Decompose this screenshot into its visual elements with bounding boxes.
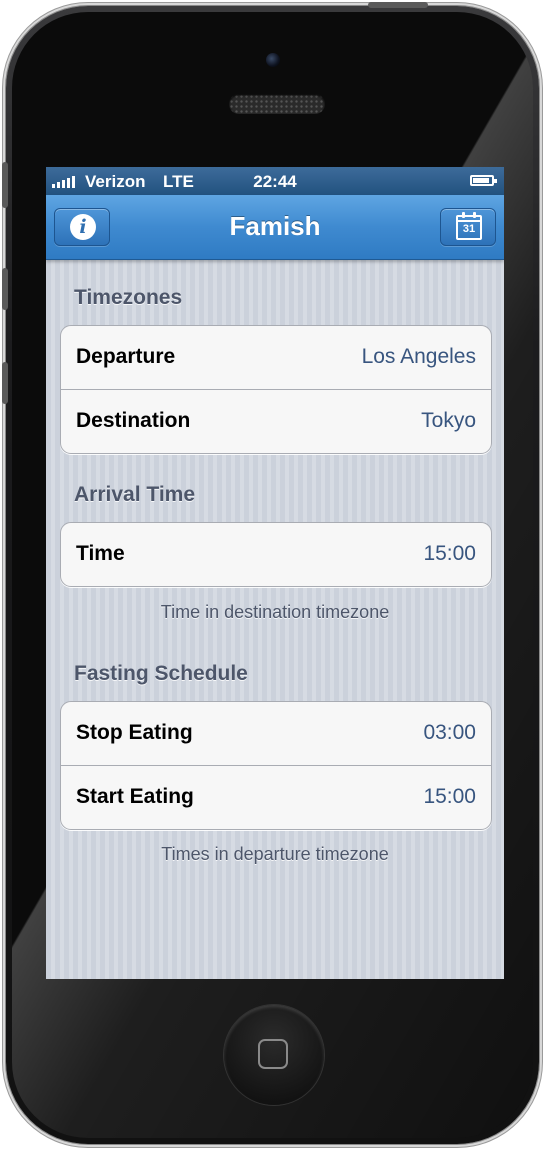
start-eating-row[interactable]: Start Eating 15:00 bbox=[61, 765, 491, 829]
destination-label: Destination bbox=[76, 409, 191, 432]
destination-row[interactable]: Destination Tokyo bbox=[61, 389, 491, 453]
section-header-fasting-schedule: Fasting Schedule bbox=[74, 662, 248, 685]
calendar-button[interactable]: 31 bbox=[440, 208, 496, 246]
volume-up-button bbox=[2, 268, 8, 310]
arrival-group: Time 15:00 bbox=[60, 522, 492, 587]
departure-row[interactable]: Departure Los Angeles bbox=[61, 326, 491, 389]
mute-switch bbox=[2, 162, 8, 208]
arrival-time-label: Time bbox=[76, 542, 125, 565]
fasting-group: Stop Eating 03:00 Start Eating 15:00 bbox=[60, 701, 492, 830]
volume-down-button bbox=[2, 362, 8, 404]
destination-value: Tokyo bbox=[421, 409, 476, 432]
arrival-time-value: 15:00 bbox=[423, 542, 476, 565]
stop-eating-row[interactable]: Stop Eating 03:00 bbox=[61, 702, 491, 765]
departure-value: Los Angeles bbox=[361, 345, 476, 368]
power-button bbox=[368, 2, 428, 8]
calendar-icon: 31 bbox=[456, 212, 482, 240]
app-screen: Verizon LTE 22:44 i Famish 31 Timezones … bbox=[46, 167, 504, 979]
start-eating-label: Start Eating bbox=[76, 785, 194, 808]
calendar-day-number: 31 bbox=[462, 223, 476, 235]
navigation-bar: i Famish 31 bbox=[46, 195, 504, 260]
battery-fill bbox=[473, 178, 489, 183]
fasting-footer-note: Times in departure timezone bbox=[161, 844, 389, 864]
timezones-group: Departure Los Angeles Destination Tokyo bbox=[60, 325, 492, 454]
home-square-icon bbox=[258, 1039, 288, 1069]
earpiece-speaker bbox=[229, 94, 325, 114]
status-bar: Verizon LTE 22:44 bbox=[46, 167, 504, 195]
section-header-timezones: Timezones bbox=[74, 286, 183, 309]
departure-label: Departure bbox=[76, 345, 176, 368]
arrival-time-row[interactable]: Time 15:00 bbox=[61, 523, 491, 586]
start-eating-value: 15:00 bbox=[423, 785, 476, 808]
page-title: Famish bbox=[229, 211, 321, 241]
stop-eating-label: Stop Eating bbox=[76, 721, 193, 744]
arrival-footer-note: Time in destination timezone bbox=[160, 602, 390, 622]
battery-icon bbox=[470, 175, 497, 186]
section-header-arrival-time: Arrival Time bbox=[74, 483, 196, 506]
home-button[interactable] bbox=[224, 1005, 324, 1105]
front-camera bbox=[266, 53, 280, 67]
status-time: 22:44 bbox=[253, 172, 297, 191]
stop-eating-value: 03:00 bbox=[423, 721, 476, 744]
